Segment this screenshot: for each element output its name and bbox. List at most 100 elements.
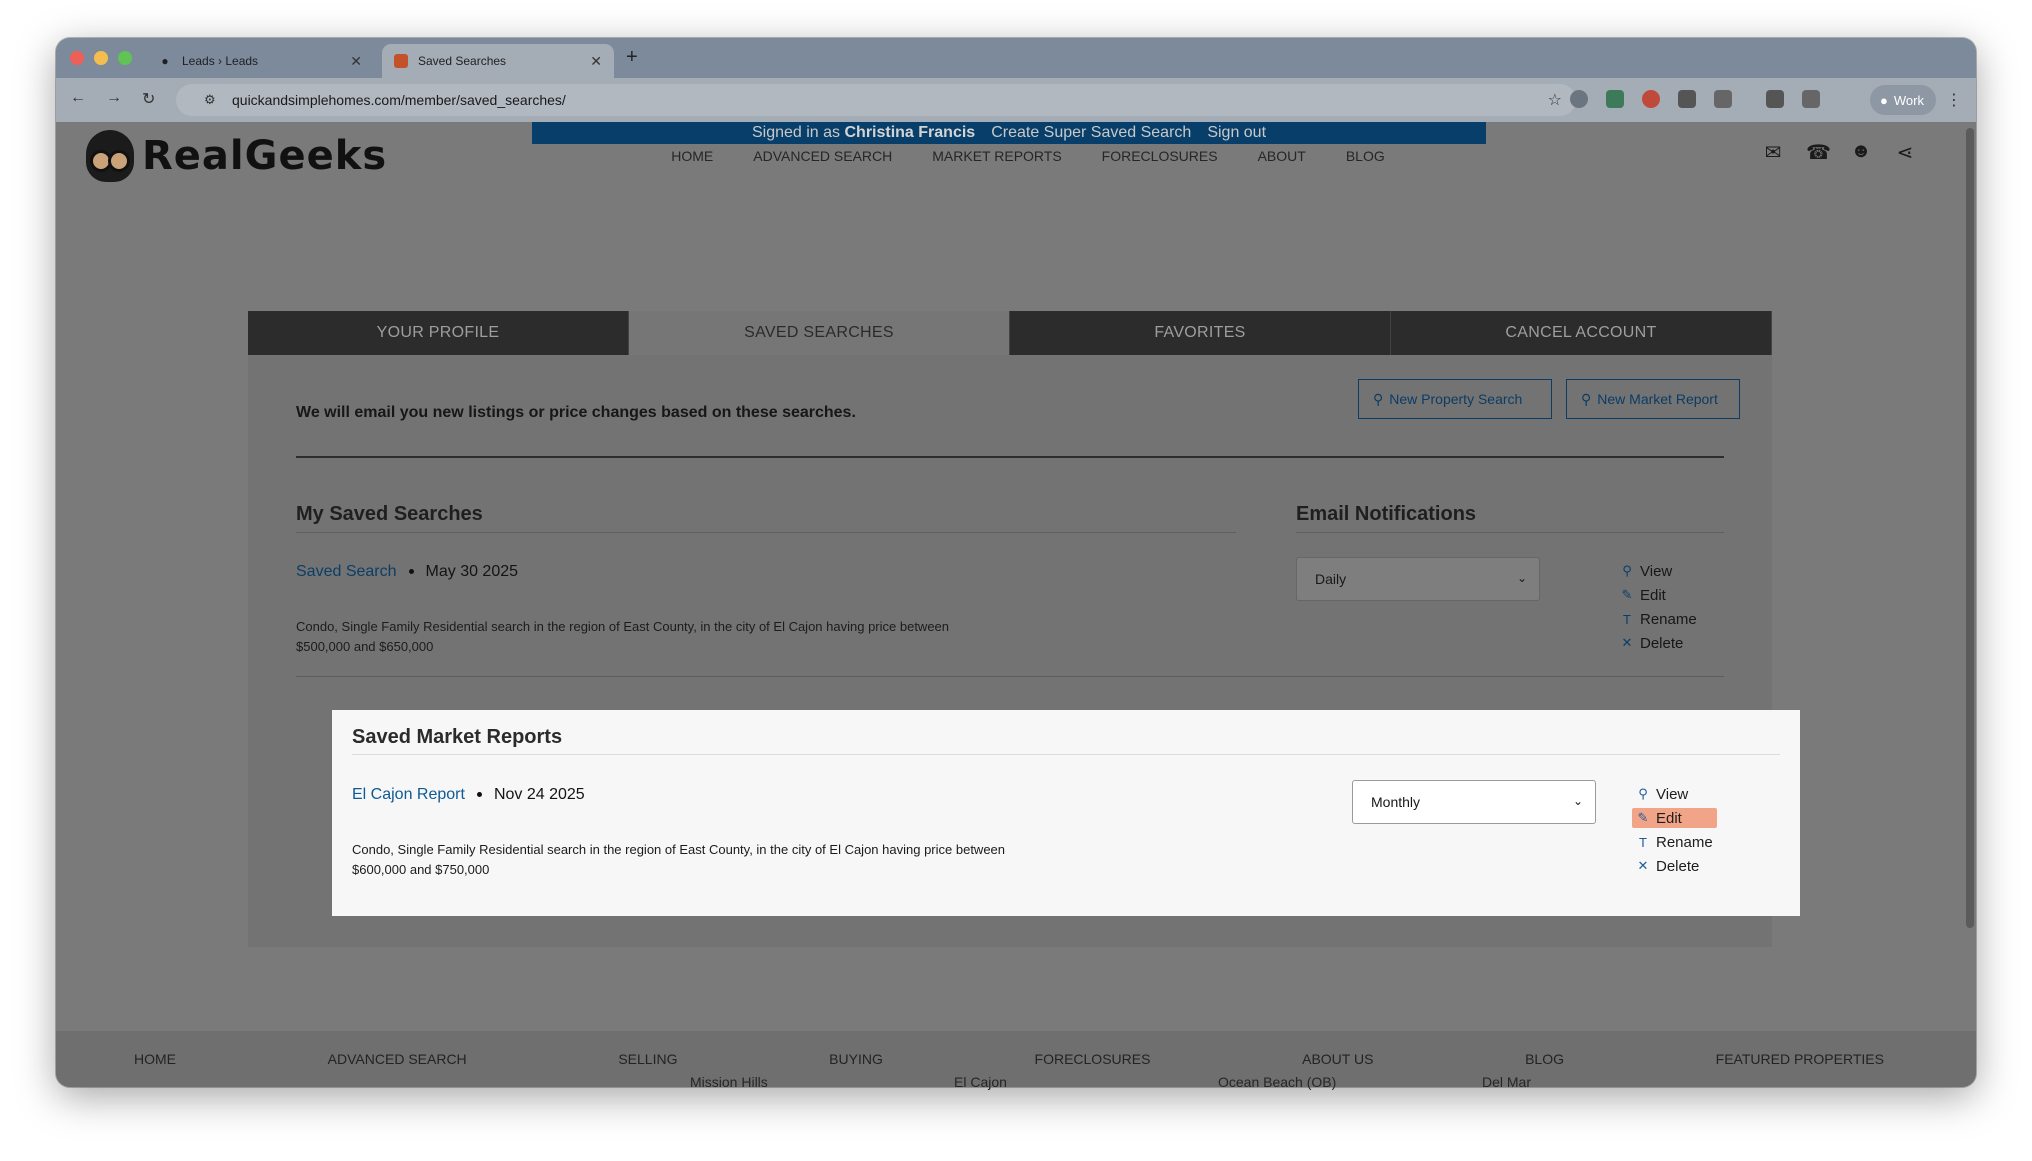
action-label: Edit <box>1656 809 1682 827</box>
browser-window: ● Leads › Leads ✕ Saved Searches ✕ + ← →… <box>56 38 1976 1087</box>
close-window-button[interactable] <box>70 51 84 65</box>
email-notifications-title: Email Notifications <box>1296 503 1477 525</box>
tab-your-profile[interactable]: YOUR PROFILE <box>248 311 629 355</box>
browser-tab-leads[interactable]: ● Leads › Leads ✕ <box>146 44 374 78</box>
chevron-down-icon: ⌄ <box>1516 571 1527 585</box>
footer-link-home[interactable]: HOME <box>134 1051 176 1067</box>
signed-in-bar: Signed in as Christina Francis Create Su… <box>532 122 1486 144</box>
rename-action[interactable]: T Rename <box>1616 609 1701 629</box>
back-arrow-icon[interactable]: ← <box>70 89 86 107</box>
nav-advanced-search[interactable]: ADVANCED SEARCH <box>753 148 892 164</box>
edit-action[interactable]: ✎ Edit <box>1616 585 1701 605</box>
close-tab-icon[interactable]: ✕ <box>590 53 602 70</box>
browser-tab-saved-searches[interactable]: Saved Searches ✕ <box>382 44 614 78</box>
site-favicon-icon <box>394 54 408 68</box>
main-nav: HOME ADVANCED SEARCH MARKET REPORTS FORE… <box>56 144 1976 164</box>
tab-cancel-account[interactable]: CANCEL ACCOUNT <box>1391 311 1772 355</box>
bookmarks-icon[interactable] <box>1802 90 1820 108</box>
delete-action[interactable]: ✕ Delete <box>1632 856 1717 876</box>
footer-link-selling[interactable]: SELLING <box>618 1051 677 1067</box>
footer-link-foreclosures[interactable]: FORECLOSURES <box>1035 1051 1151 1067</box>
select-value: Daily <box>1315 571 1347 587</box>
nav-blog[interactable]: BLOG <box>1346 148 1385 164</box>
footer-link-buying[interactable]: BUYING <box>829 1051 883 1067</box>
extension-icon[interactable] <box>1570 90 1588 108</box>
market-report-link[interactable]: El Cajon Report <box>352 786 465 803</box>
forward-arrow-icon[interactable]: → <box>106 89 122 107</box>
bullet <box>476 792 482 798</box>
share-icon[interactable]: ⋖ <box>1894 140 1916 165</box>
site-settings-icon[interactable]: ⚙ <box>204 92 216 108</box>
footer-link-about-us[interactable]: ABOUT US <box>1302 1051 1373 1067</box>
nav-foreclosures[interactable]: FORECLOSURES <box>1102 148 1218 164</box>
saved-search-link[interactable]: Saved Search <box>296 563 397 580</box>
text-icon: T <box>1623 611 1631 627</box>
profile-chip[interactable]: ● Work <box>1870 85 1936 115</box>
nav-home[interactable]: HOME <box>671 148 713 164</box>
maximize-window-button[interactable] <box>118 51 132 65</box>
signed-in-status: Signed in as Christina Francis <box>751 124 976 141</box>
user-icon[interactable]: ☻ <box>1850 140 1872 165</box>
browser-menu-icon[interactable]: ⋮ <box>1946 90 1962 110</box>
view-action[interactable]: ⚲ View <box>1616 561 1701 581</box>
saved-search-row: Saved Search May 30 2025 <box>296 563 518 581</box>
action-label: View <box>1656 785 1689 803</box>
tab-favorites[interactable]: FAVORITES <box>1010 311 1391 355</box>
new-market-report-button[interactable]: ⚲ New Market Report <box>1566 379 1740 419</box>
new-property-search-button[interactable]: ⚲ New Property Search <box>1358 379 1552 419</box>
city-link[interactable]: Mission Hills <box>690 1074 768 1090</box>
search-icon: ⚲ <box>1638 786 1648 801</box>
phone-icon[interactable]: ☎ <box>1806 140 1831 165</box>
saved-search-date: May 30 2025 <box>425 563 519 580</box>
footer-link-featured-properties[interactable]: FEATURED PROPERTIES <box>1716 1051 1884 1067</box>
city-link[interactable]: Ocean Beach (OB) <box>1218 1074 1336 1090</box>
email-icon[interactable]: ✉ <box>1762 140 1784 165</box>
close-icon: ✕ <box>1621 635 1633 650</box>
search-icon: ⚲ <box>1373 390 1384 407</box>
view-action[interactable]: ⚲ View <box>1632 784 1717 804</box>
footer-link-advanced-search[interactable]: ADVANCED SEARCH <box>328 1051 467 1067</box>
extensions-puzzle-icon[interactable] <box>1714 90 1732 108</box>
nav-market-reports[interactable]: MARKET REPORTS <box>932 148 1061 164</box>
profile-avatar-icon: ● <box>1880 92 1888 108</box>
bookmark-star-icon[interactable]: ☆ <box>1548 90 1562 110</box>
scrollbar[interactable] <box>1966 128 1974 928</box>
section-divider <box>296 676 1724 677</box>
market-report-date: Nov 24 2025 <box>493 786 585 803</box>
reload-icon[interactable]: ↻ <box>142 89 155 109</box>
calendar-extension-icon[interactable] <box>1606 90 1624 108</box>
city-link[interactable]: El Cajon <box>954 1074 1007 1090</box>
saved-market-reports-title: Saved Market Reports <box>352 726 563 748</box>
incognito-icon[interactable] <box>1766 90 1784 108</box>
profile-label: Work <box>1893 92 1924 108</box>
pencil-icon: ✎ <box>1637 810 1649 825</box>
city-link[interactable]: Del Mar <box>1482 1074 1531 1090</box>
pencil-icon: ✎ <box>1621 587 1633 602</box>
new-tab-button[interactable]: + <box>626 46 638 69</box>
delete-action[interactable]: ✕ Delete <box>1616 633 1701 653</box>
footer: HOME ADVANCED SEARCH SELLING BUYING FORE… <box>56 1031 1976 1087</box>
market-report-frequency-select[interactable]: Monthly ⌄ <box>1352 780 1596 824</box>
saved-search-actions: ⚲ View ✎ Edit T Rename ✕ Delete <box>1616 561 1701 653</box>
title-underline <box>352 754 1780 755</box>
action-label: Rename <box>1656 833 1713 851</box>
button-label: New Market Report <box>1597 391 1718 407</box>
footer-link-blog[interactable]: BLOG <box>1525 1051 1564 1067</box>
nav-about[interactable]: ABOUT <box>1258 148 1306 164</box>
minimize-window-button[interactable] <box>94 51 108 65</box>
reader-mode-icon[interactable] <box>1678 90 1696 108</box>
saved-search-frequency-select[interactable]: Daily ⌄ <box>1296 557 1540 601</box>
create-super-saved-search-link[interactable]: Create Super Saved Search <box>991 124 1191 142</box>
sign-out-link[interactable]: Sign out <box>1207 124 1266 142</box>
rename-action[interactable]: T Rename <box>1632 832 1717 852</box>
tab-saved-searches[interactable]: SAVED SEARCHES <box>629 311 1010 355</box>
bullet <box>408 569 414 575</box>
leads-favicon-icon: ● <box>161 54 169 68</box>
close-tab-icon[interactable]: ✕ <box>350 53 362 70</box>
edit-action[interactable]: ✎ Edit <box>1632 808 1717 828</box>
extension-icon[interactable] <box>1642 90 1660 108</box>
action-label: Delete <box>1656 857 1700 875</box>
market-report-row: El Cajon Report Nov 24 2025 <box>352 786 585 804</box>
address-bar[interactable]: ⚙ quickandsimplehomes.com/member/saved_s… <box>176 84 1576 116</box>
title-underline <box>1296 532 1724 533</box>
